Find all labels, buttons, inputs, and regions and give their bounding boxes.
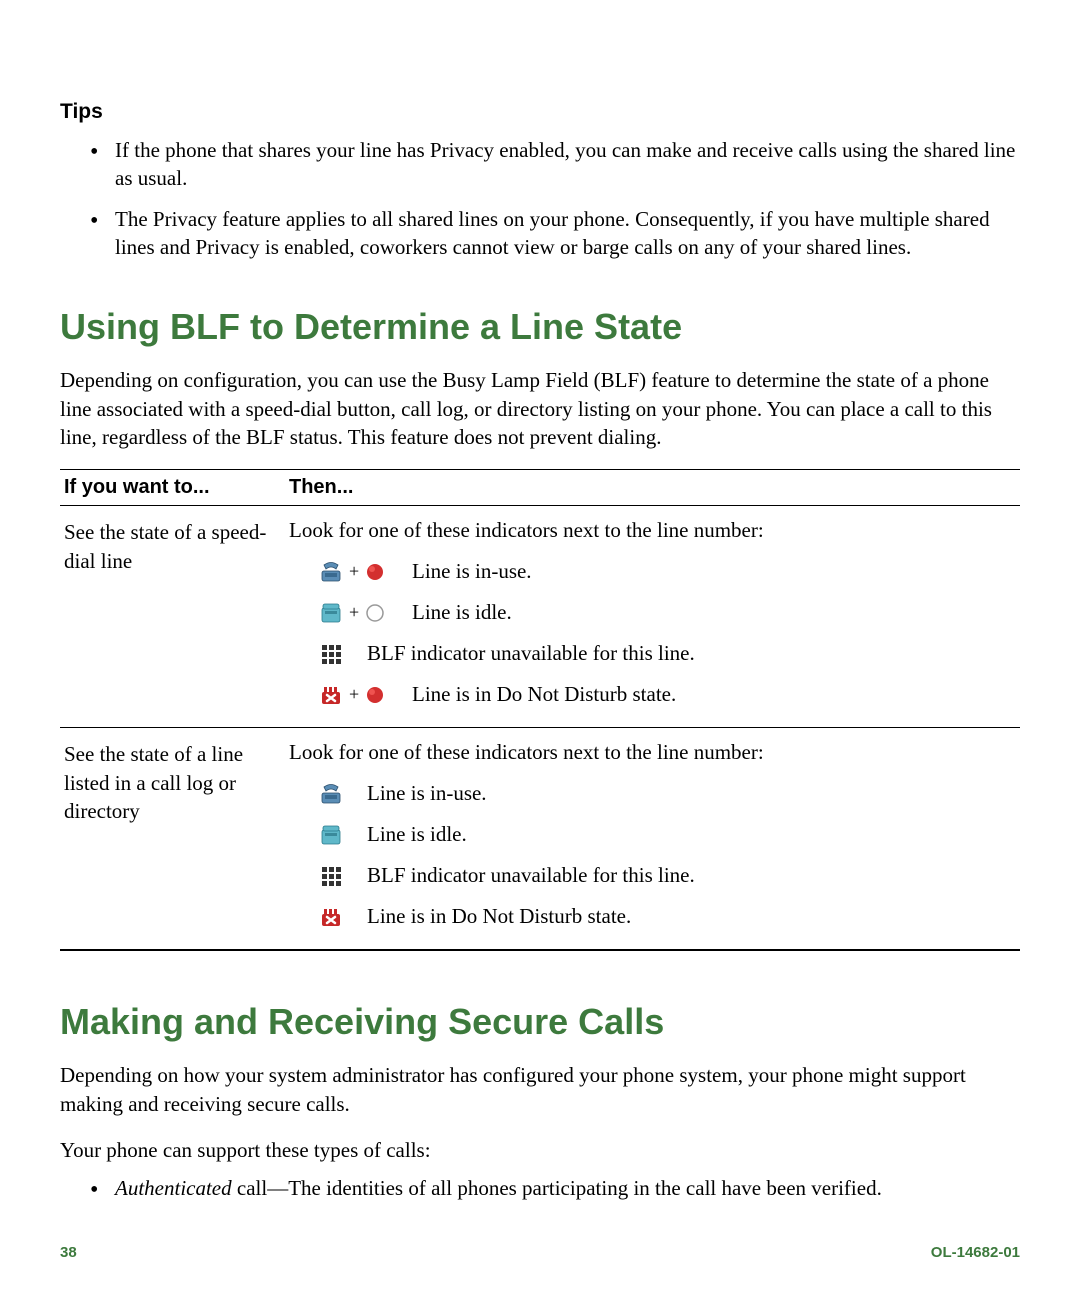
indicator-text: Line is in-use. <box>367 781 487 806</box>
indicator-text: Line is in Do Not Disturb state. <box>367 904 631 929</box>
dnd-icon <box>319 684 343 706</box>
indicator-text: Line is idle. <box>367 822 467 847</box>
table-cell-want: See the state of a line listed in a call… <box>60 728 285 951</box>
tips-item: If the phone that shares your line has P… <box>90 136 1020 193</box>
phone-idle-icon <box>319 602 343 624</box>
dnd-icon <box>319 906 343 928</box>
red-dot-icon <box>365 562 385 582</box>
plus-icon: + <box>349 561 359 582</box>
table-cell-then: Look for one of these indicators next to… <box>285 506 1020 728</box>
indicator-icons: + <box>319 602 394 624</box>
empty-dot-icon <box>365 603 385 623</box>
tips-list: If the phone that shares your line has P… <box>60 136 1020 261</box>
grid-icon <box>319 865 343 887</box>
indicator-icons <box>319 643 349 665</box>
indicator-row: BLF indicator unavailable for this line. <box>289 863 1016 888</box>
authenticated-desc: call—The identities of all phones partic… <box>232 1176 882 1200</box>
phone-idle-icon <box>319 824 343 846</box>
indicator-row: + Line is idle. <box>289 600 1016 625</box>
indicator-row: + Line is in Do Not Disturb state. <box>289 682 1016 707</box>
tips-item: The Privacy feature applies to all share… <box>90 205 1020 262</box>
indicator-text: BLF indicator unavailable for this line. <box>367 641 695 666</box>
indicator-icons <box>319 906 349 928</box>
page-footer: 38 OL-14682-01 <box>60 1244 1020 1261</box>
authenticated-label: Authenticated <box>115 1176 232 1200</box>
indicator-text: Line is idle. <box>412 600 512 625</box>
phone-offhook-icon <box>319 561 343 583</box>
table-row: See the state of a line listed in a call… <box>60 728 1020 951</box>
plus-icon: + <box>349 684 359 705</box>
grid-icon <box>319 643 343 665</box>
red-dot-icon <box>365 685 385 705</box>
indicator-row: Line is idle. <box>289 822 1016 847</box>
indicator-text: Line is in-use. <box>412 559 532 584</box>
indicator-intro: Look for one of these indicators next to… <box>289 740 1016 765</box>
blf-section-heading: Using BLF to Determine a Line State <box>60 306 1020 348</box>
table-row: See the state of a speed-dial lineLook f… <box>60 506 1020 728</box>
blf-intro-text: Depending on configuration, you can use … <box>60 366 1020 451</box>
table-header-then: Then... <box>285 470 1020 506</box>
indicator-icons <box>319 865 349 887</box>
indicator-intro: Look for one of these indicators next to… <box>289 518 1016 543</box>
plus-icon: + <box>349 602 359 623</box>
phone-offhook-icon <box>319 783 343 805</box>
secure-para2: Your phone can support these types of ca… <box>60 1136 1020 1164</box>
secure-para1: Depending on how your system administrat… <box>60 1061 1020 1118</box>
doc-id: OL-14682-01 <box>931 1244 1020 1261</box>
tips-heading: Tips <box>60 100 1020 124</box>
indicator-row: + Line is in-use. <box>289 559 1016 584</box>
indicator-row: Line is in-use. <box>289 781 1016 806</box>
indicator-icons: + <box>319 561 394 583</box>
secure-call-types-list: Authenticated call—The identities of all… <box>60 1174 1020 1202</box>
indicator-text: BLF indicator unavailable for this line. <box>367 863 695 888</box>
table-cell-want: See the state of a speed-dial line <box>60 506 285 728</box>
page-number: 38 <box>60 1244 77 1261</box>
indicator-icons <box>319 824 349 846</box>
indicator-row: Line is in Do Not Disturb state. <box>289 904 1016 929</box>
table-cell-then: Look for one of these indicators next to… <box>285 728 1020 951</box>
secure-call-type-item: Authenticated call—The identities of all… <box>90 1174 1020 1202</box>
indicator-row: BLF indicator unavailable for this line. <box>289 641 1016 666</box>
indicator-icons: + <box>319 684 394 706</box>
secure-section-heading: Making and Receiving Secure Calls <box>60 1001 1020 1043</box>
blf-table: If you want to... Then... See the state … <box>60 469 1020 951</box>
table-header-want: If you want to... <box>60 470 285 506</box>
indicator-icons <box>319 783 349 805</box>
indicator-text: Line is in Do Not Disturb state. <box>412 682 676 707</box>
